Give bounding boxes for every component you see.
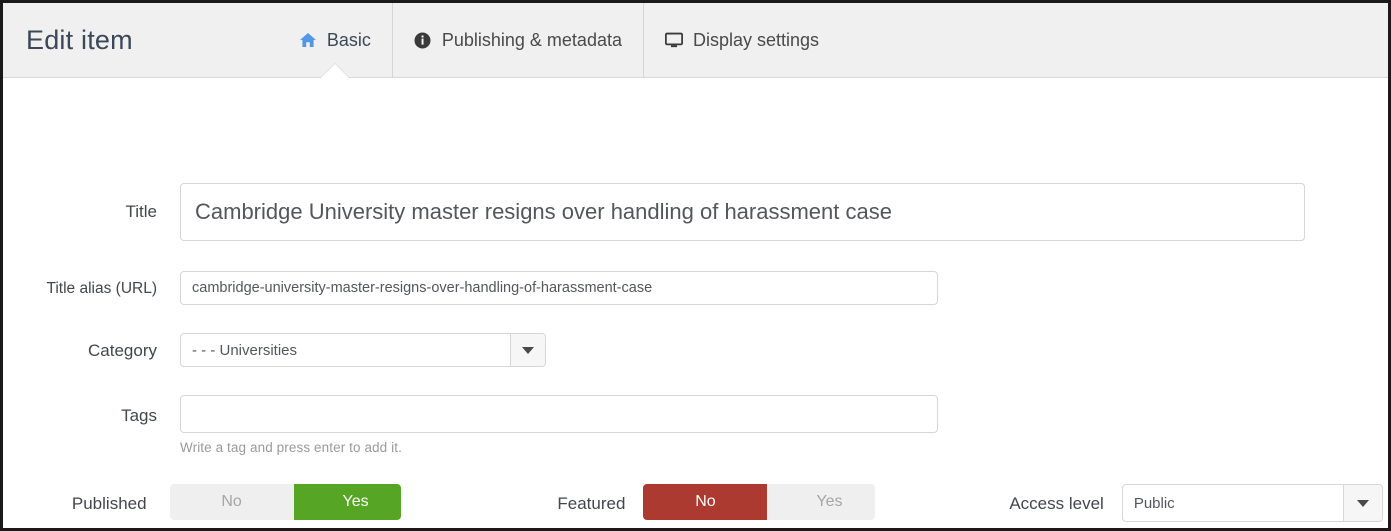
tab-publishing-metadata[interactable]: Publishing & metadata bbox=[391, 3, 643, 77]
edit-item-window: Edit item Basic Publishing & metadata Di… bbox=[0, 0, 1391, 531]
published-toggle[interactable]: No Yes bbox=[169, 484, 401, 520]
title-alias-label: Title alias (URL) bbox=[46, 280, 157, 297]
field-tags: Tags Write a tag and press enter to add … bbox=[3, 395, 939, 455]
access-level-label: Access level bbox=[1009, 494, 1104, 513]
active-tab-caret bbox=[320, 64, 349, 78]
tags-hint: Write a tag and press enter to add it. bbox=[180, 440, 402, 455]
access-level-selected-value: Public bbox=[1133, 494, 1175, 512]
home-icon bbox=[299, 31, 317, 49]
category-label: Category bbox=[88, 341, 157, 360]
chevron-down-icon[interactable] bbox=[510, 334, 545, 366]
featured-label: Featured bbox=[557, 494, 626, 513]
page-title: Edit item bbox=[26, 24, 133, 55]
monitor-icon bbox=[664, 31, 683, 49]
category-selected-value: - - - Universities bbox=[192, 341, 298, 359]
field-category: Category - - - Universities bbox=[3, 333, 548, 367]
access-level-select[interactable]: Public bbox=[1121, 484, 1383, 522]
field-title-alias: Title alias (URL) bbox=[3, 271, 939, 305]
published-no-button[interactable]: No bbox=[169, 484, 294, 520]
chevron-down-icon[interactable] bbox=[1343, 485, 1382, 521]
published-label: Published bbox=[71, 494, 147, 513]
featured-no-button[interactable]: No bbox=[643, 484, 768, 520]
row-published-featured-access: Published No Yes Featured No Yes Access … bbox=[3, 484, 1383, 522]
tab-display-settings[interactable]: Display settings bbox=[642, 3, 840, 77]
tags-input[interactable] bbox=[180, 395, 938, 433]
featured-toggle[interactable]: No Yes bbox=[643, 484, 875, 520]
title-label: Title bbox=[125, 202, 158, 221]
tab-basic-label: Basic bbox=[326, 29, 371, 50]
header-bar: Edit item Basic Publishing & metadata Di… bbox=[3, 3, 1388, 78]
tab-display-settings-label: Display settings bbox=[692, 29, 820, 50]
title-alias-input[interactable] bbox=[180, 271, 938, 305]
tab-basic[interactable]: Basic bbox=[278, 3, 392, 78]
title-input[interactable] bbox=[180, 183, 1305, 241]
published-yes-button[interactable]: Yes bbox=[293, 484, 401, 520]
tags-label: Tags bbox=[121, 406, 157, 425]
info-circle-icon bbox=[414, 31, 432, 49]
field-title: Title bbox=[3, 183, 1305, 241]
category-select[interactable]: - - - Universities bbox=[180, 333, 546, 367]
featured-yes-button[interactable]: Yes bbox=[767, 484, 875, 520]
tab-publishing-metadata-label: Publishing & metadata bbox=[441, 29, 622, 50]
tab-bar: Basic Publishing & metadata Display sett… bbox=[278, 3, 840, 78]
